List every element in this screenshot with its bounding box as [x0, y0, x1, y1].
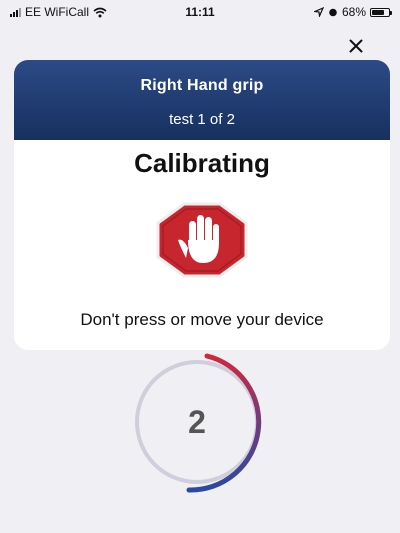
battery-icon [370, 7, 392, 17]
alarm-icon [329, 8, 337, 17]
battery-percent: 68% [341, 5, 366, 19]
calibration-card: Right Hand grip test 1 of 2 Calibrating [14, 60, 390, 350]
stop-hand-icon [156, 202, 248, 278]
status-right: 68% [313, 5, 392, 19]
card-subtitle: test 1 of 2 [169, 111, 235, 128]
countdown-number: 2 [188, 403, 206, 440]
app-screen: EE WiFiCall 11:11 68% Right Hand grip te… [4, 0, 396, 533]
location-arrow-icon [313, 7, 324, 17]
calibrating-heading: Calibrating [134, 148, 270, 178]
status-bar: EE WiFiCall 11:11 68% [4, 0, 396, 24]
stop-sign [14, 200, 390, 290]
close-icon [349, 39, 363, 53]
close-button[interactable] [342, 32, 370, 60]
card-title: Right Hand grip [140, 77, 264, 94]
card-header: Right Hand grip test 1 of 2 [14, 60, 390, 140]
countdown-dial: 2 [127, 352, 303, 500]
instruction-text: Don't press or move your device [80, 310, 324, 329]
